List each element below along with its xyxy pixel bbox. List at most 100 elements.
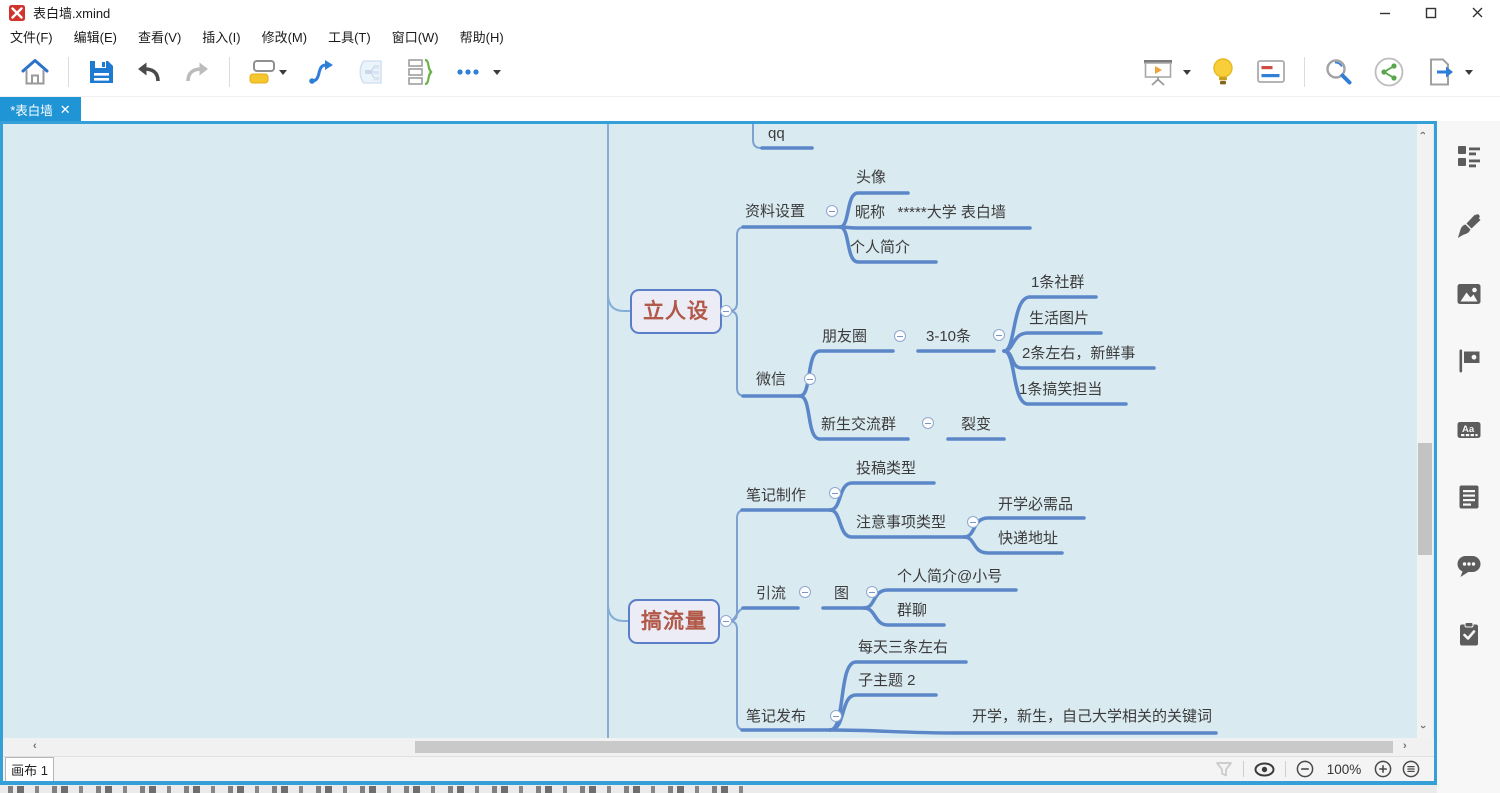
topic-开学必需品[interactable]: 开学必需品 — [998, 496, 1073, 513]
collapse-button[interactable] — [799, 586, 811, 598]
collapse-button[interactable] — [804, 373, 816, 385]
topic-微信[interactable]: 微信 — [756, 371, 786, 388]
task-icon[interactable] — [1456, 621, 1482, 647]
topic-新生交流群[interactable]: 新生交流群 — [821, 416, 896, 433]
topic-快递地址[interactable]: 快递地址 — [998, 530, 1058, 547]
close-button[interactable] — [1454, 0, 1500, 25]
topic-投稿类型[interactable]: 投稿类型 — [856, 460, 916, 477]
mindmap-branch-lines — [0, 124, 1434, 738]
export-button[interactable] — [1415, 53, 1482, 91]
collapse-button[interactable] — [829, 487, 841, 499]
vertical-scrollbar-thumb[interactable] — [1418, 443, 1432, 555]
redo-button[interactable] — [173, 53, 221, 91]
topic-搞流量[interactable]: 搞流量 — [628, 599, 720, 644]
comment-icon[interactable] — [1456, 553, 1482, 579]
inspiration-button[interactable] — [1200, 53, 1246, 91]
horizontal-scrollbar-thumb[interactable] — [415, 741, 1393, 753]
topic-资料设置[interactable]: 资料设置 — [745, 203, 805, 220]
collapse-button[interactable] — [720, 305, 732, 317]
filter-icon[interactable] — [1215, 761, 1233, 778]
menu-item-0[interactable]: 文件(F) — [10, 27, 53, 46]
search-button[interactable] — [1313, 53, 1363, 91]
topic-图[interactable]: 图 — [834, 585, 849, 602]
topic-头像[interactable]: 头像 — [856, 169, 886, 186]
topic-3-10条[interactable]: 3-10条 — [926, 328, 971, 345]
search-icon — [1322, 56, 1354, 88]
menu-item-5[interactable]: 工具(T) — [328, 27, 371, 46]
relationship-button[interactable] — [296, 53, 346, 91]
zoom-in-button[interactable] — [1374, 760, 1392, 778]
topic-1条搞笑担当[interactable]: 1条搞笑担当 — [1019, 381, 1102, 398]
topic-朋友圈[interactable]: 朋友圈 — [822, 328, 867, 345]
menu-item-6[interactable]: 窗口(W) — [392, 27, 439, 46]
marker-flag-icon[interactable] — [1456, 348, 1482, 374]
collapse-button[interactable] — [894, 330, 906, 342]
vertical-scrollbar[interactable]: › › — [1417, 124, 1433, 738]
zoom-out-button[interactable] — [1296, 760, 1314, 778]
menu-item-4[interactable]: 修改(M) — [262, 27, 308, 46]
scroll-right-icon[interactable]: › — [1403, 740, 1407, 752]
collapse-button[interactable] — [720, 615, 732, 627]
relationship-icon — [305, 56, 337, 88]
collapse-button[interactable] — [993, 329, 1005, 341]
share-button[interactable] — [1363, 53, 1415, 91]
topic-个人简介@小号[interactable]: 个人简介@小号 — [897, 568, 1002, 585]
topic-开学，新生，自己大学相关的关键词[interactable]: 开学，新生，自己大学相关的关键词 — [972, 708, 1212, 725]
topic-笔记发布[interactable]: 笔记发布 — [746, 708, 806, 725]
image-icon[interactable] — [1456, 281, 1482, 307]
home-button[interactable] — [10, 53, 60, 91]
topic-笔记制作[interactable]: 笔记制作 — [746, 487, 806, 504]
collapse-button[interactable] — [967, 516, 979, 528]
show-hide-eye-icon[interactable] — [1254, 762, 1275, 777]
topic-shape-icon — [247, 57, 277, 87]
topic-qq[interactable]: qq — [768, 125, 785, 142]
topic-裂变[interactable]: 裂变 — [961, 416, 991, 433]
topic-注意事项类型[interactable]: 注意事项类型 — [856, 514, 946, 531]
maximize-button[interactable] — [1408, 0, 1454, 25]
summary-button[interactable] — [396, 53, 444, 91]
mindmap-canvas[interactable]: qq 头像资料设置 昵称 *****大学 表白墙个人简介立人设朋友圈 3-10条 1条社… — [0, 124, 1434, 738]
export-dropdown-caret[interactable] — [1465, 70, 1473, 75]
topic-1条社群[interactable]: 1条社群 — [1031, 274, 1084, 291]
topic-昵称 *****大学 表白墙[interactable]: 昵称 *****大学 表白墙 — [855, 204, 1006, 221]
scroll-up-icon[interactable]: › — [1417, 131, 1429, 135]
menu-item-3[interactable]: 插入(I) — [202, 27, 240, 46]
topic-群聊[interactable]: 群聊 — [897, 602, 927, 619]
more-tools-button[interactable] — [444, 53, 510, 91]
topic-生活图片[interactable]: 生活图片 — [1029, 310, 1089, 327]
fit-map-button[interactable] — [1402, 760, 1420, 778]
topic-引流[interactable]: 引流 — [756, 585, 786, 602]
format-brush-icon[interactable] — [1456, 213, 1482, 239]
topic-立人设[interactable]: 立人设 — [630, 289, 722, 334]
save-button[interactable] — [77, 53, 125, 91]
notes-icon[interactable] — [1456, 484, 1482, 510]
scroll-left-icon[interactable]: ‹ — [33, 740, 37, 752]
topic-2条左右，新鲜事[interactable]: 2条左右，新鲜事 — [1022, 345, 1135, 362]
collapse-button[interactable] — [866, 586, 878, 598]
presentation-button[interactable] — [1132, 53, 1200, 91]
topic-shape-dropdown-caret[interactable] — [279, 70, 287, 75]
more-tools-dropdown-caret[interactable] — [493, 70, 501, 75]
topic-每天三条左右[interactable]: 每天三条左右 — [858, 639, 948, 656]
presentation-dropdown-caret[interactable] — [1183, 70, 1191, 75]
collapse-button[interactable] — [826, 205, 838, 217]
slides-button[interactable] — [1246, 53, 1296, 91]
tab-close-icon[interactable]: ✕ — [60, 103, 71, 116]
outline-structure-icon[interactable] — [1456, 143, 1482, 169]
menu-item-2[interactable]: 查看(V) — [138, 27, 181, 46]
scroll-down-icon[interactable]: › — [1417, 725, 1429, 729]
undo-button[interactable] — [125, 53, 173, 91]
tab-document[interactable]: *表白墙 ✕ — [0, 97, 81, 121]
menu-item-7[interactable]: 帮助(H) — [460, 27, 504, 46]
horizontal-scrollbar[interactable]: ‹ › — [3, 738, 1434, 756]
sheet-tab-canvas-1[interactable]: 画布 1 — [5, 757, 54, 781]
topic-子主题 2[interactable]: 子主题 2 — [858, 672, 916, 689]
topic-shape-button[interactable] — [238, 53, 296, 91]
label-icon[interactable]: Aa — [1456, 417, 1482, 443]
boundary-button[interactable] — [346, 53, 396, 91]
minimize-button[interactable] — [1362, 0, 1408, 25]
collapse-button[interactable] — [830, 710, 842, 722]
collapse-button[interactable] — [922, 417, 934, 429]
topic-个人简介[interactable]: 个人简介 — [850, 239, 910, 256]
menu-item-1[interactable]: 编辑(E) — [74, 27, 117, 46]
